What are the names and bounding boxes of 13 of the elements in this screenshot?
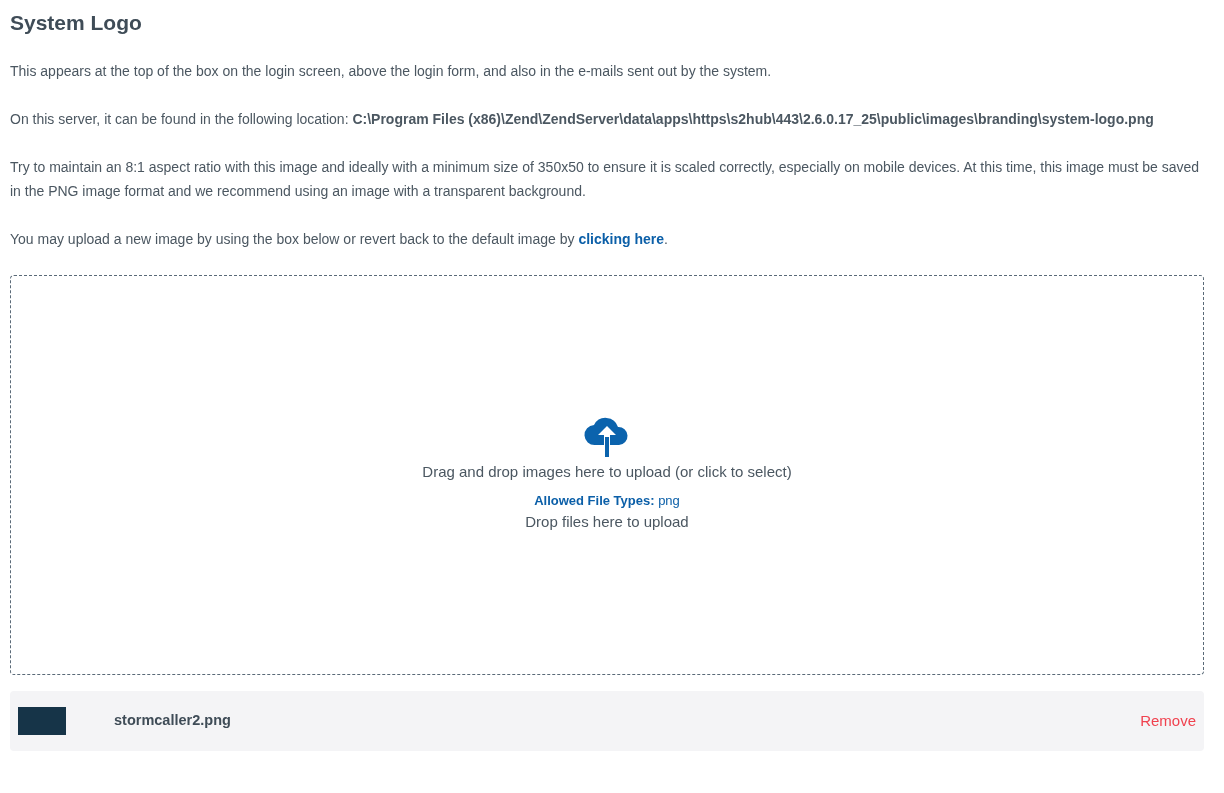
dropzone-message: Drag and drop images here to upload (or click to select) bbox=[422, 461, 792, 482]
revert-link[interactable]: clicking here bbox=[578, 231, 664, 248]
paragraph: This appears at the top of the box on the login screen, above the login form, and also in the e-mails sent out by the system. bbox=[10, 62, 773, 82]
allowed-file-types: Allowed File Types: png bbox=[534, 492, 680, 511]
thumbnail-placeholder bbox=[18, 707, 66, 736]
paragraph: You may upload a new image by using the box below or revert back to the default image by clicking here. bbox=[10, 230, 669, 250]
paragraph: On this server, it can be found in the following location: C:\Program Files (x86)\Zend\ZendServer\data\apps\https\s2hub\443\2.6.0.17_25\public\images\branding\system-logo.png bbox=[10, 110, 1155, 130]
page-title: System Logo bbox=[10, 10, 143, 36]
dropzone-hint: Drop files here to upload bbox=[525, 511, 689, 532]
paragraph: Try to maintain an 8:1 aspect ratio with this image and ideally with a minimum size of 350x50 to ensure it is scaled correctly, especially on mobile devices. At this time, this image must be saved in the PNG image format and we recommend using an image with a transparent background. bbox=[10, 158, 1200, 202]
remove-button[interactable]: Remove bbox=[1140, 709, 1196, 733]
file-name: stormcaller2.png bbox=[114, 711, 232, 731]
upload-dropzone[interactable]: Drag and drop images here to upload (or click to select) Allowed File Types: png Drop files here to upload bbox=[10, 275, 1204, 676]
